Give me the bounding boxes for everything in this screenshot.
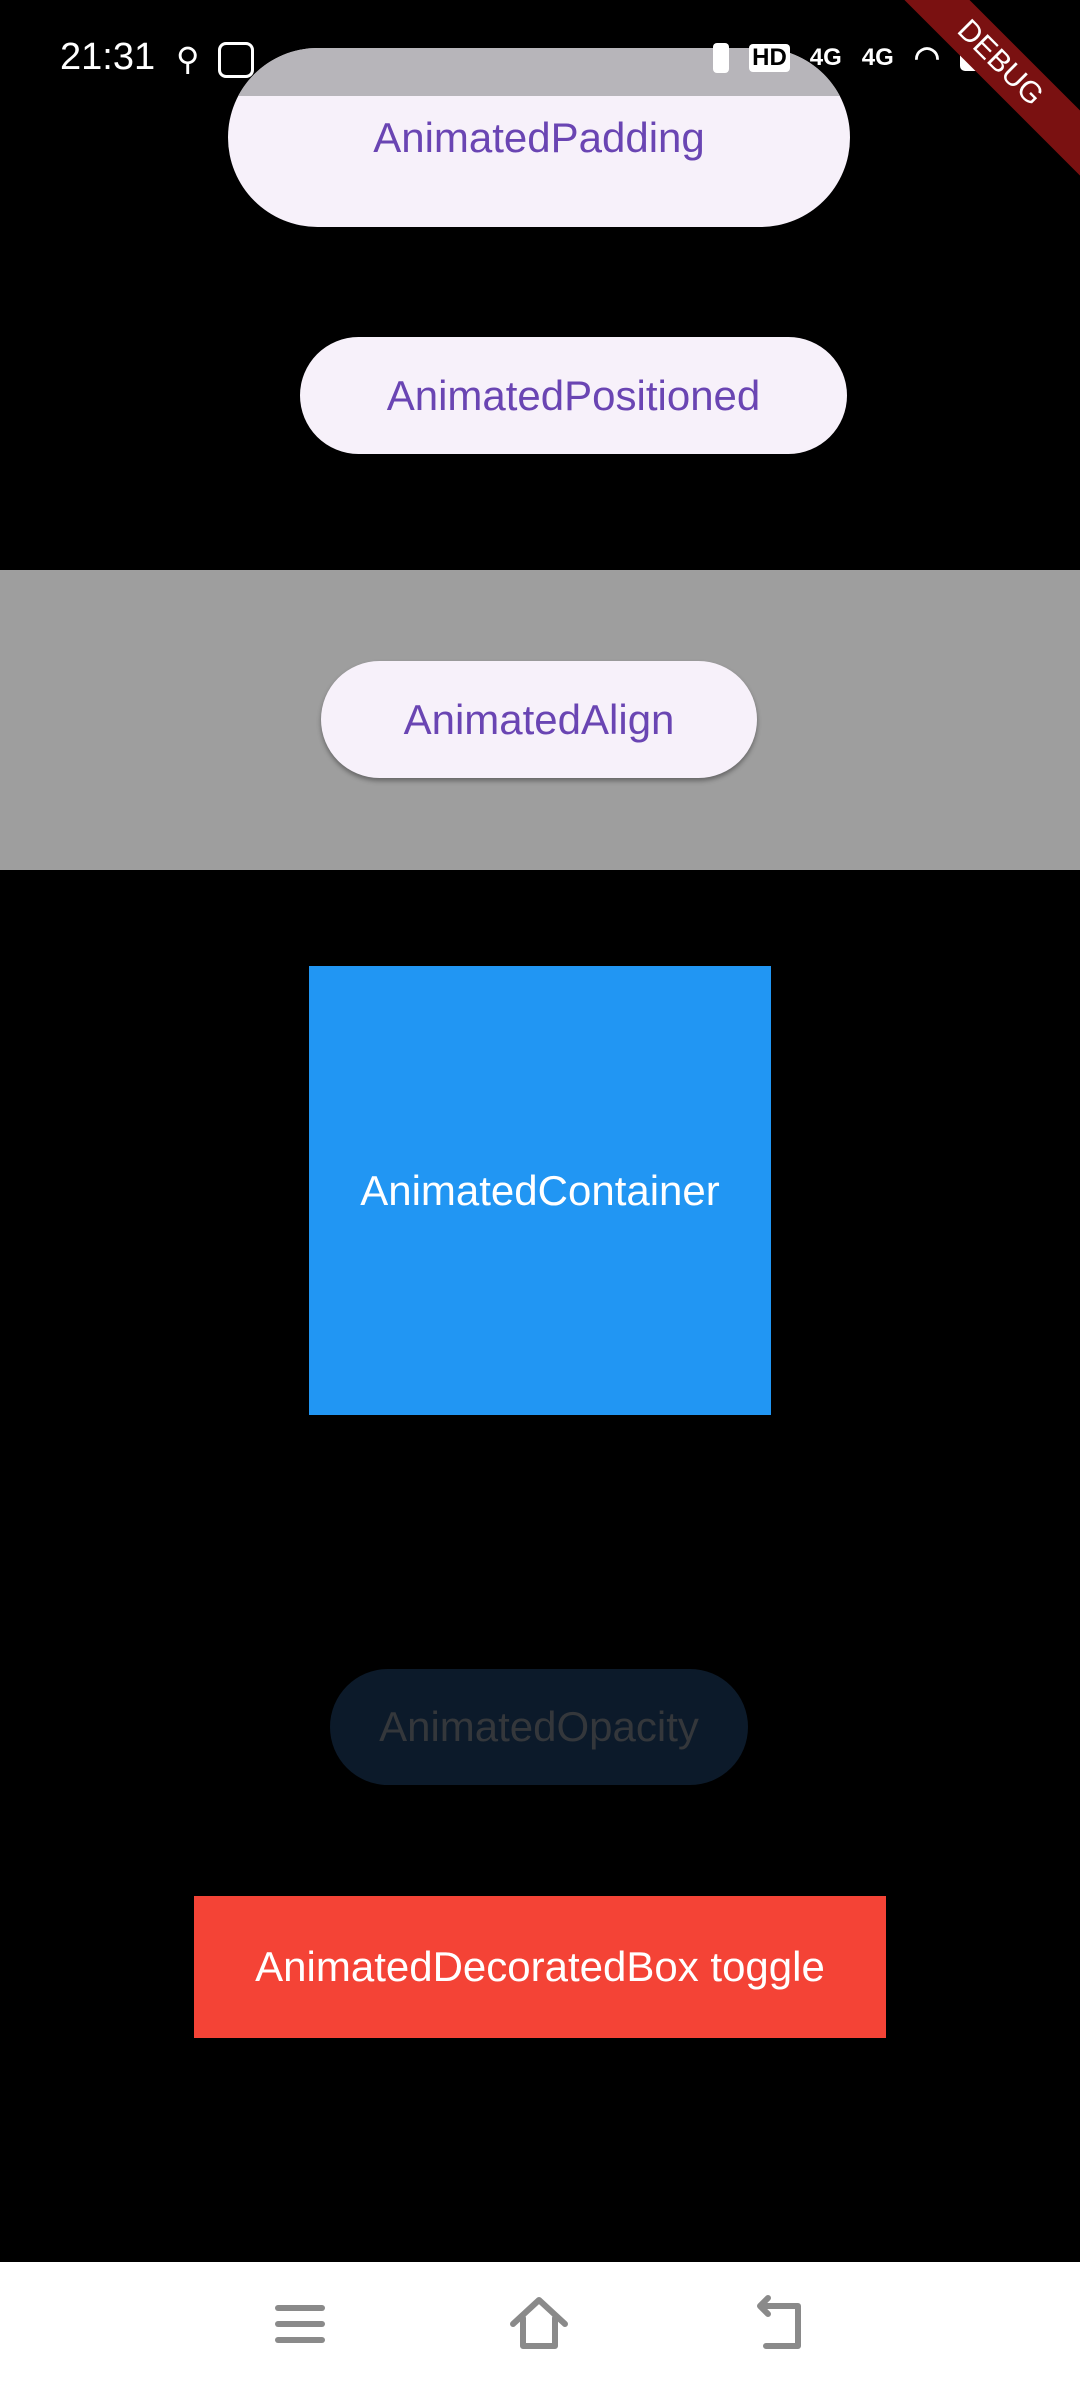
button-label: AnimatedAlign: [403, 695, 675, 743]
navigation-bar: [0, 2262, 1080, 2388]
signal-1-icon: 4G: [809, 43, 842, 71]
animated-opacity-button[interactable]: AnimatedOpacity: [330, 1669, 748, 1785]
animated-positioned-button[interactable]: AnimatedPositioned: [300, 337, 847, 454]
vibrate-icon: [713, 42, 730, 73]
decorated-label: AnimatedDecoratedBox toggle: [255, 1943, 825, 1990]
button-label: AnimatedPositioned: [386, 371, 761, 419]
signal-2-icon: 4G: [861, 43, 894, 71]
hd-icon: HD: [749, 43, 790, 72]
usb-icon: ⚲: [176, 41, 200, 77]
button-label: AnimatedOpacity: [379, 1703, 699, 1750]
back-icon[interactable]: [748, 2292, 812, 2356]
container-label: AnimatedContainer: [360, 1166, 720, 1214]
animated-decorated-box[interactable]: AnimatedDecoratedBox toggle: [194, 1896, 886, 2038]
status-time: 21:31: [60, 36, 156, 78]
wifi-icon: ◠: [913, 41, 940, 74]
animated-align-button[interactable]: AnimatedAlign: [321, 661, 757, 778]
app-notification-icon: [218, 42, 254, 78]
home-icon[interactable]: [507, 2292, 571, 2356]
menu-icon[interactable]: [268, 2292, 332, 2356]
button-label: AnimatedPadding: [373, 113, 705, 161]
status-bar: 21:31 ⚲ HD 4G 4G ◠: [0, 0, 1080, 110]
animated-container[interactable]: AnimatedContainer: [309, 966, 771, 1415]
